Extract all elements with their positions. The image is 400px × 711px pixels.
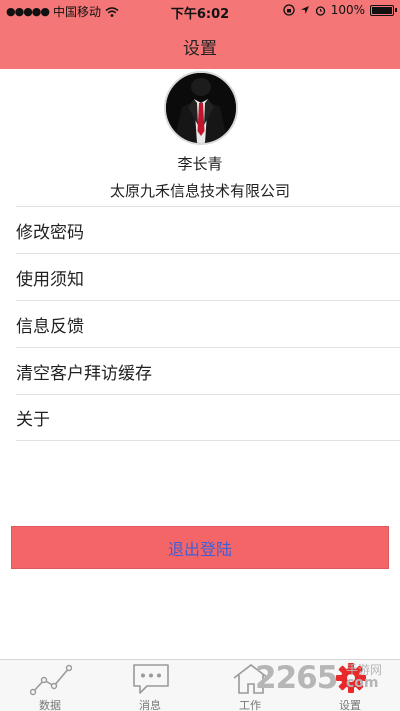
menu-item-label: 信息反馈 bbox=[16, 316, 84, 337]
alarm-icon bbox=[315, 5, 325, 16]
menu-item-about[interactable]: 关于 bbox=[16, 394, 400, 441]
tab-label: 数据 bbox=[39, 699, 61, 711]
tab-messages[interactable]: 消息 bbox=[100, 660, 200, 711]
profile-section: 李长青 太原九禾信息技术有限公司 bbox=[0, 69, 400, 205]
tab-data[interactable]: 数据 bbox=[0, 660, 100, 711]
menu-item-feedback[interactable]: 信息反馈 bbox=[16, 300, 400, 347]
header-bar: ●●●●● 中国移动 下午6:02 100% 设置 bbox=[0, 0, 400, 69]
rotation-lock-icon bbox=[283, 4, 295, 16]
menu-item-usage-notice[interactable]: 使用须知 bbox=[16, 253, 400, 300]
status-bar: ●●●●● 中国移动 下午6:02 100% bbox=[0, 0, 400, 22]
menu-item-label: 使用须知 bbox=[16, 269, 84, 290]
battery-icon bbox=[370, 4, 397, 16]
location-icon bbox=[300, 6, 309, 14]
watermark-number: 2265 bbox=[255, 660, 338, 696]
menu-item-change-password[interactable]: 修改密码 bbox=[16, 206, 400, 253]
logout-button[interactable]: 退出登陆 bbox=[11, 526, 389, 569]
battery-percent: 100% bbox=[330, 3, 365, 17]
watermark-domain: com bbox=[346, 675, 379, 691]
menu-item-label: 关于 bbox=[16, 410, 50, 430]
chat-bubble-icon bbox=[133, 664, 169, 694]
tab-label: 消息 bbox=[139, 699, 161, 711]
settings-menu: 修改密码 使用须知 信息反馈 清空客户拜访缓存 关于 bbox=[16, 206, 400, 441]
chart-line-icon bbox=[30, 664, 72, 696]
user-name: 李长青 bbox=[177, 155, 223, 173]
suit-portrait-icon bbox=[166, 73, 236, 143]
avatar[interactable] bbox=[164, 71, 238, 145]
menu-item-label: 修改密码 bbox=[16, 222, 84, 243]
company-name: 太原九禾信息技术有限公司 bbox=[109, 182, 290, 200]
page-title: 设置 bbox=[183, 39, 217, 59]
menu-item-clear-cache[interactable]: 清空客户拜访缓存 bbox=[16, 347, 400, 394]
watermark-logo: 2265 手游网 com bbox=[255, 660, 400, 700]
menu-item-label: 清空客户拜访缓存 bbox=[16, 363, 152, 384]
